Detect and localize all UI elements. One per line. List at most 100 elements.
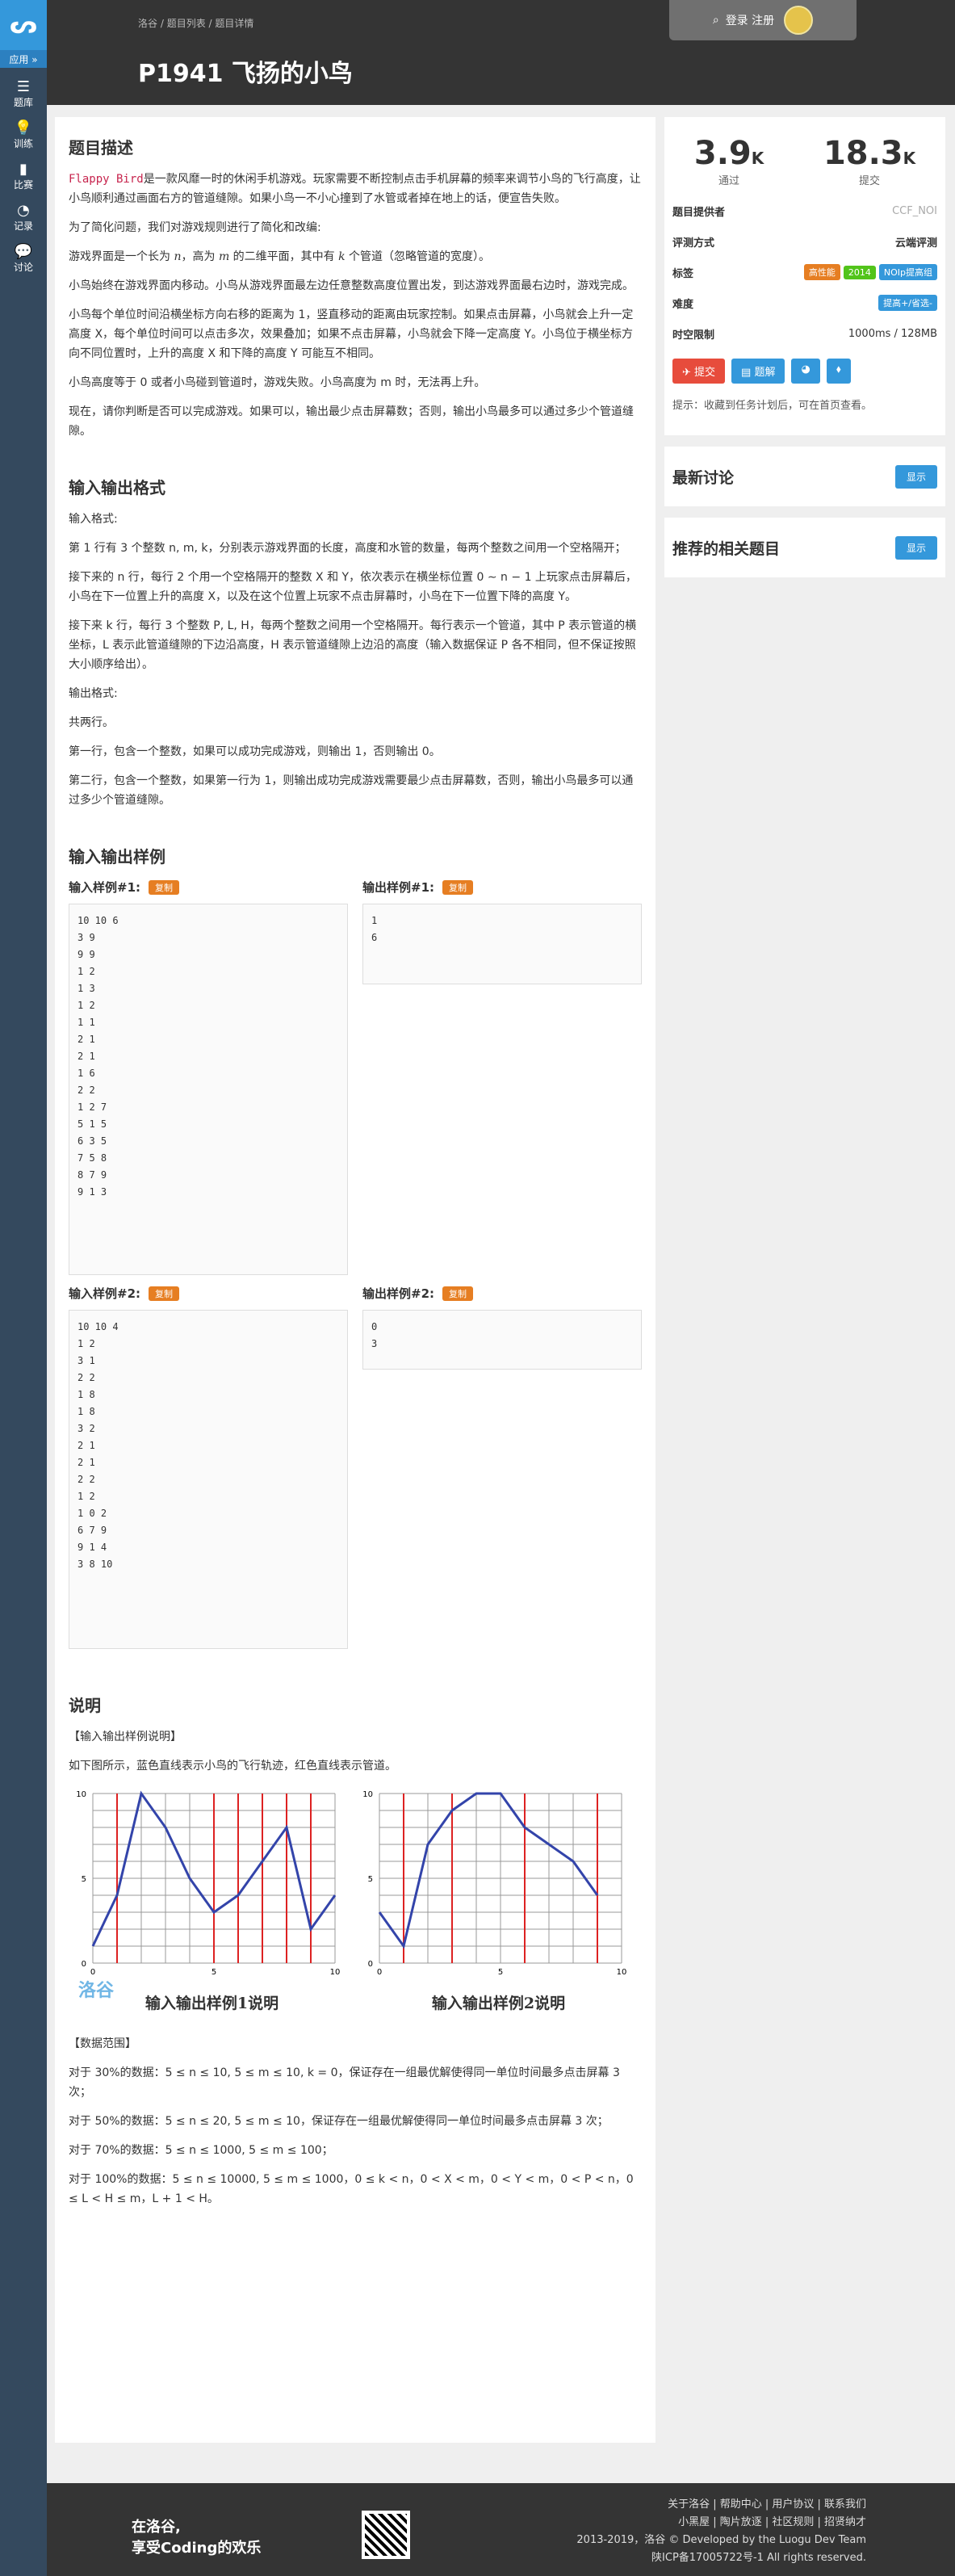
solution-button[interactable]: ▤ 题解 [731, 359, 785, 384]
samples-heading: 输入输出样例 [69, 847, 165, 866]
meta-judge: 评测方式 云端评测 [672, 226, 937, 257]
y-tick-label: 10 [362, 1790, 373, 1799]
apps-toggle[interactable]: 应用 » [0, 50, 47, 68]
footer-slogan: 在洛谷, 享受Coding的欢乐 [132, 2517, 261, 2559]
submit-count: 18.3 [823, 135, 903, 172]
t: 游戏界面是一个长为 [69, 250, 174, 263]
btn-label: 提交 [694, 367, 716, 379]
sidebar-item-label: 比赛 [13, 179, 33, 191]
output-format-2: 第一行，包含一个整数，如果可以成功完成游戏，则输出 1，否则输出 0。 [69, 745, 441, 758]
tag-badge[interactable]: 2014 [843, 266, 876, 279]
page-title: P1941 飞扬的小鸟 [138, 60, 353, 88]
footer: 在洛谷, 享受Coding的欢乐 关于洛谷 | 帮助中心 | 用户协议 | 联系我… [47, 2483, 955, 2576]
copy-button[interactable]: 复制 [149, 1286, 180, 1301]
luogu-logo-icon[interactable]: ᔕ [0, 0, 47, 50]
sample-output-2: 输出样例#2: 复制 0 3 [362, 1285, 642, 1649]
tag-badge[interactable]: 高性能 [803, 264, 840, 280]
sidebar-item-training[interactable]: 💡 训练 [0, 120, 47, 150]
meta-limit: 时空限制 1000ms / 128MB [672, 318, 937, 349]
input-format-1: 第 1 行有 3 个整数 n, m, k，分别表示游戏界面的长度，高度和水管的数… [69, 542, 626, 555]
output-format-title: 输出格式: [69, 687, 118, 700]
x-tick-label: 0 [377, 1968, 382, 1977]
bar-chart-icon: ▮ [19, 161, 27, 178]
sidebar-item-problems[interactable]: ☰ 题库 [0, 79, 47, 109]
register-link[interactable]: 注册 [752, 12, 774, 28]
sample-label: 输入样例#1: [69, 880, 141, 895]
user-box: ⌕ 登录 注册 [669, 0, 857, 40]
bulb-icon: 💡 [14, 120, 33, 136]
stat-label: 通过 [718, 175, 740, 187]
notes-2: 如下图所示，蓝色直线表示小鸟的飞行轨迹，红色直线表示管道。 [69, 1760, 396, 1773]
footer-links-row[interactable]: 小黑屋 | 陶片放逐 | 社区规则 | 招贤纳才 [576, 2514, 866, 2532]
avatar[interactable] [784, 6, 814, 35]
copy-button[interactable]: 复制 [442, 879, 474, 895]
card-title: 推荐的相关题目 [672, 539, 781, 558]
problem-content: 题目描述 Flappy Bird是一款风靡一时的休闲手机游戏。玩家需要不断控制点… [55, 117, 656, 2443]
sample-output-1: 输出样例#1: 复制 1 6 [362, 879, 642, 1275]
search-icon[interactable]: ⌕ [713, 14, 719, 27]
samples-row-1: 输入样例#1: 复制 10 10 6 3 9 9 9 1 2 1 3 1 2 1 … [69, 879, 642, 1275]
sample-input-1: 输入样例#1: 复制 10 10 6 3 9 9 9 1 2 1 3 1 2 1 … [69, 879, 348, 1275]
x-tick-label: 5 [212, 1968, 216, 1977]
trajectory-plot-2: 0 5 10 0 5 10 [362, 1790, 627, 1977]
stat-label: 提交 [859, 175, 881, 187]
sidebar-item-label: 记录 [13, 220, 33, 232]
sample-label: 输出样例#1: [362, 880, 435, 895]
crumb-home[interactable]: 洛谷 [138, 18, 157, 29]
sidebar-item-discuss[interactable]: 💬 讨论 [0, 244, 47, 274]
desc-p7: 现在，请你判断是否可以完成游戏。如果可以，输出最少点击屏幕数；否则，输出小鸟最多… [69, 405, 634, 438]
header: 洛谷 / 题目列表 / 题目详情 P1941 飞扬的小鸟 ⌕ 登录 注册 [47, 0, 955, 105]
y-tick-label: 5 [368, 1875, 373, 1884]
range-70: 对于 70%的数据：5 ≤ n ≤ 1000, 5 ≤ m ≤ 100； [69, 2144, 333, 2157]
crumb-problem-list[interactable]: 题目列表 [167, 18, 206, 29]
meta-value: 云端评测 [894, 237, 937, 250]
show-related-button[interactable]: 显示 [894, 535, 937, 560]
tag-icon[interactable]: ⬧ [826, 359, 851, 384]
crumb-problem-detail: 题目详情 [215, 18, 254, 29]
y-tick-label: 0 [368, 1960, 373, 1969]
samples-row-2: 输入样例#2: 复制 10 10 4 1 2 3 1 2 2 1 8 1 8 3 … [69, 1285, 642, 1649]
figure-caption: 输入输出样例2说明 [431, 1995, 566, 2012]
slogan-line: 享受Coding的欢乐 [132, 2540, 262, 2557]
sidebar-item-label: 讨论 [13, 262, 33, 273]
show-discuss-button[interactable]: 显示 [894, 464, 937, 489]
sidebar-item-record[interactable]: ◔ 记录 [0, 203, 47, 233]
desc-heading: 题目描述 [69, 138, 133, 157]
meta-label: 标签 [672, 267, 694, 280]
action-buttons: ✈ 提交 ▤ 题解 ◕ ⬧ [664, 359, 945, 384]
btn-label: 题解 [754, 367, 776, 379]
meta-label: 时空限制 [672, 329, 715, 342]
pie-chart-icon[interactable]: ◕ [791, 359, 820, 384]
meta-label: 题目提供者 [672, 206, 726, 219]
problem-info-card: 3.9K 通过 18.3K 提交 题目提供者 CCF_NOI 评测方式 云端评测 标签高… [664, 117, 945, 435]
meta-difficulty: 难度 提高+/省选- [672, 287, 937, 318]
sidebar-item-label: 训练 [13, 138, 33, 149]
figure-sample-1: 0 5 10 0 5 10 输入输出样例1说明 洛谷 [69, 1785, 355, 2020]
range-30: 对于 30%的数据：5 ≤ n ≤ 10, 5 ≤ m ≤ 10, k = 0，… [69, 2066, 620, 2099]
pass-count: 3.9 [693, 135, 752, 172]
sample-input-2: 输入样例#2: 复制 10 10 4 1 2 3 1 2 2 1 8 1 8 3 … [69, 1285, 348, 1649]
unit: K [751, 149, 764, 168]
submit-button[interactable]: ✈ 提交 [672, 359, 726, 384]
sidebar-item-contest[interactable]: ▮ 比赛 [0, 162, 47, 191]
unit: K [903, 149, 916, 168]
copy-button[interactable]: 复制 [442, 1286, 474, 1301]
math: k [338, 250, 346, 263]
copy-button[interactable]: 复制 [149, 879, 180, 895]
sample-label: 输入样例#2: [69, 1286, 141, 1301]
desc-p3: 游戏界面是一个长为 n，高为 m 的二维平面，其中有 k 个管道（忽略管道的宽度… [69, 247, 642, 266]
footer-links-row[interactable]: 关于洛谷 | 帮助中心 | 用户协议 | 联系我们 [576, 2496, 866, 2514]
provider-link[interactable]: CCF_NOI [892, 205, 937, 217]
meta-value: 1000ms / 128MB [848, 327, 937, 340]
x-tick-label: 10 [617, 1968, 627, 1977]
breadcrumb: 洛谷 / 题目列表 / 题目详情 [138, 18, 254, 29]
output-format-3: 第二行，包含一个整数，如果第一行为 1，则输出成功完成游戏需要最少点击屏幕数，否… [69, 774, 634, 807]
desc-p1: Flappy Bird是一款风靡一时的休闲手机游戏。玩家需要不断控制点击手机屏幕… [69, 170, 642, 208]
discuss-card: 最新讨论 显示 [664, 447, 945, 506]
sample-input-box: 10 10 4 1 2 3 1 2 2 1 8 1 8 3 2 2 1 2 1 … [69, 1310, 348, 1649]
difficulty-badge: 提高+/省选- [878, 295, 937, 311]
login-link[interactable]: 登录 [726, 12, 748, 28]
tag-badge[interactable]: NOIp提高组 [878, 264, 937, 280]
luogu-watermark: 洛谷 [78, 1981, 115, 2001]
figure-sample-2: 0 5 10 0 5 10 输入输出样例2说明 [355, 1785, 642, 2020]
